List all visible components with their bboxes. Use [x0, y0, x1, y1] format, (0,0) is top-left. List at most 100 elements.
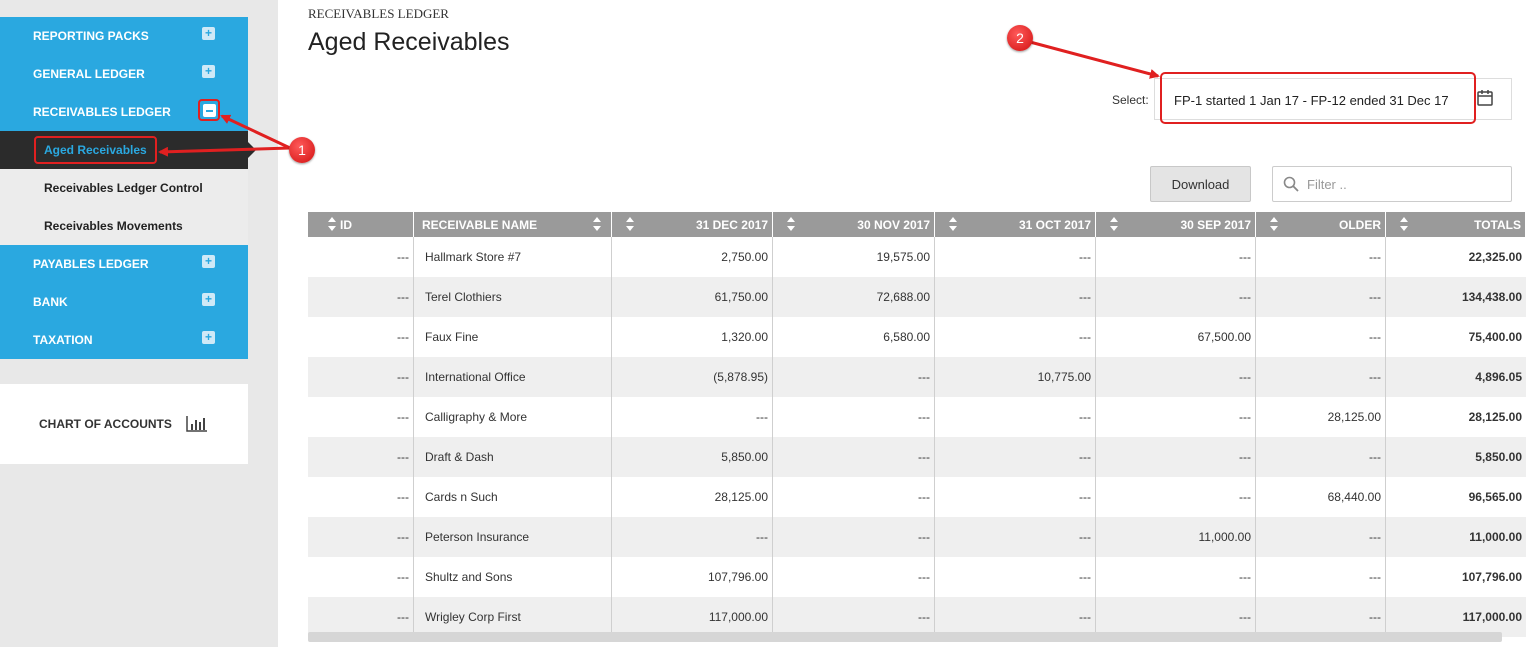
cell-totals: 75,400.00 [1468, 330, 1522, 344]
cell-30-sep-2017: --- [1096, 597, 1256, 637]
column-header-30-nov-2017[interactable]: 30 NOV 2017 [773, 212, 935, 237]
sidebar-item-receivables-ledger[interactable]: RECEIVABLES LEDGER [0, 93, 248, 131]
table-row[interactable]: --- Calligraphy & More --- --- --- --- 28,125.… [308, 397, 1526, 437]
cell-31-oct-2017: --- [935, 277, 1096, 317]
cell-receivable-name: Peterson Insurance [414, 517, 612, 557]
cell-30-nov-2017: --- [773, 517, 935, 557]
table-row[interactable]: --- Faux Fine 1,320.00 6,580.00 --- 67,500.00… [308, 317, 1526, 357]
cell-older: --- [1256, 317, 1386, 357]
cell-older: --- [1256, 237, 1386, 277]
table-row[interactable]: --- Wrigley Corp First 117,000.00 --- --- ---… [308, 597, 1526, 637]
expand-plus-icon[interactable]: + [202, 293, 215, 306]
table-row[interactable]: --- Shultz and Sons 107,796.00 --- --- --- ---… [308, 557, 1526, 597]
cell-receivable-name: International Office [414, 357, 612, 397]
chart-of-accounts-label: CHART OF ACCOUNTS [39, 417, 172, 431]
cell-31-oct-2017: --- [935, 317, 1096, 357]
cell-id: --- [308, 357, 414, 397]
cell-totals: 107,796.00 [1461, 570, 1522, 584]
cell-31-oct-2017: --- [935, 517, 1096, 557]
cell-31-dec-2017: 5,850.00 [612, 437, 773, 477]
table-row[interactable]: --- Cards n Such 28,125.00 --- --- --- 68,440.… [308, 477, 1526, 517]
cell-30-sep-2017: --- [1096, 557, 1256, 597]
cell-30-sep-2017: --- [1096, 277, 1256, 317]
calendar-icon[interactable] [1477, 89, 1493, 106]
sidebar-item-label: REPORTING PACKS [33, 29, 149, 43]
column-header-30-sep-2017[interactable]: 30 SEP 2017 [1096, 212, 1256, 237]
cell-30-nov-2017: --- [773, 437, 935, 477]
cell-older: --- [1256, 277, 1386, 317]
table-row[interactable]: --- Draft & Dash 5,850.00 --- --- --- --- 5,850… [308, 437, 1526, 477]
cell-31-dec-2017: --- [612, 397, 773, 437]
column-header-id[interactable]: ID [308, 212, 414, 237]
period-highlight [1160, 72, 1476, 124]
sidebar-item-taxation[interactable]: TAXATION + [0, 321, 248, 359]
cell-30-sep-2017: --- [1096, 397, 1256, 437]
sidebar-item-label: GENERAL LEDGER [33, 67, 145, 81]
sidebar-item-payables-ledger[interactable]: PAYABLES LEDGER + [0, 245, 248, 283]
cell-30-nov-2017: --- [773, 597, 935, 637]
table-row[interactable]: --- International Office (5,878.95) --- 10,7… [308, 357, 1526, 397]
column-header-31-dec-2017[interactable]: 31 DEC 2017 [612, 212, 773, 237]
cell-31-oct-2017: 10,775.00 [935, 357, 1096, 397]
sidebar-subitem-label: Receivables Movements [44, 219, 183, 233]
column-header-label: 30 NOV 2017 [857, 217, 930, 232]
cell-receivable-name: Calligraphy & More [414, 397, 612, 437]
cell-31-dec-2017: 61,750.00 [612, 277, 773, 317]
cell-id: --- [308, 237, 414, 277]
cell-31-dec-2017: --- [612, 517, 773, 557]
breadcrumb: RECEIVABLES LEDGER [308, 6, 449, 21]
cell-30-nov-2017: 6,580.00 [773, 317, 935, 357]
sidebar-subitem-label: Receivables Ledger Control [44, 181, 203, 195]
sidebar-subitem-receivables-ledger-control[interactable]: Receivables Ledger Control [0, 169, 248, 207]
table-row[interactable]: --- Hallmark Store #7 2,750.00 19,575.00 ---… [308, 237, 1526, 277]
sidebar-item-label: RECEIVABLES LEDGER [33, 105, 171, 119]
sidebar: REPORTING PACKS + GENERAL LEDGER + RECEI… [0, 17, 256, 359]
download-button[interactable]: Download [1150, 166, 1251, 202]
cell-31-oct-2017: --- [935, 557, 1096, 597]
chart-of-accounts-link[interactable]: CHART OF ACCOUNTS [0, 384, 248, 464]
sidebar-subitem-aged-receivables[interactable]: Aged Receivables [0, 131, 256, 169]
search-icon [1283, 176, 1299, 192]
expand-plus-icon[interactable]: + [202, 65, 215, 78]
sidebar-item-bank[interactable]: BANK + [0, 283, 248, 321]
sidebar-item-general-ledger[interactable]: GENERAL LEDGER + [0, 55, 248, 93]
table-row[interactable]: --- Terel Clothiers 61,750.00 72,688.00 --- -… [308, 277, 1526, 317]
column-header-older[interactable]: OLDER [1256, 212, 1386, 237]
sort-icon [949, 217, 957, 231]
column-header-totals[interactable]: TOTALS [1386, 212, 1526, 237]
column-header-label: 30 SEP 2017 [1180, 217, 1251, 232]
column-header-label: OLDER [1339, 217, 1381, 232]
sort-icon [1110, 217, 1118, 231]
collapse-minus-icon[interactable] [202, 103, 216, 117]
sidebar-subitem-receivables-movements[interactable]: Receivables Movements [0, 207, 248, 245]
cell-receivable-name: Shultz and Sons [414, 557, 612, 597]
cell-30-sep-2017: --- [1096, 477, 1256, 517]
expand-plus-icon[interactable]: + [202, 27, 215, 40]
annotation-badge-1: 1 [289, 137, 315, 163]
column-header-label: RECEIVABLE NAME [422, 217, 538, 232]
expand-plus-icon[interactable]: + [202, 331, 215, 344]
cell-30-nov-2017: 19,575.00 [773, 237, 935, 277]
filter-input[interactable]: Filter .. [1272, 166, 1512, 202]
column-header-label: TOTALS [1474, 217, 1521, 232]
sidebar-item-reporting-packs[interactable]: REPORTING PACKS + [0, 17, 248, 55]
cell-id: --- [308, 597, 414, 637]
sort-icon [787, 217, 795, 231]
bar-chart-icon [186, 416, 208, 432]
column-header-31-oct-2017[interactable]: 31 OCT 2017 [935, 212, 1096, 237]
table-row[interactable]: --- Peterson Insurance --- --- --- 11,000.00-… [308, 517, 1526, 557]
cell-receivable-name: Faux Fine [414, 317, 612, 357]
cell-id: --- [308, 557, 414, 597]
cell-totals: 5,850.00 [1475, 450, 1522, 464]
cell-30-nov-2017: --- [773, 557, 935, 597]
expand-plus-icon[interactable]: + [202, 255, 215, 268]
cell-id: --- [308, 317, 414, 357]
cell-31-dec-2017: 28,125.00 [612, 477, 773, 517]
sort-icon [626, 217, 634, 231]
horizontal-scrollbar[interactable] [308, 632, 1502, 642]
cell-31-dec-2017: 1,320.00 [612, 317, 773, 357]
cell-totals: 134,438.00 [1461, 290, 1522, 304]
cell-older: --- [1256, 597, 1386, 637]
column-header-receivable-name[interactable]: RECEIVABLE NAME [414, 212, 612, 237]
column-header-label: ID [340, 217, 352, 232]
